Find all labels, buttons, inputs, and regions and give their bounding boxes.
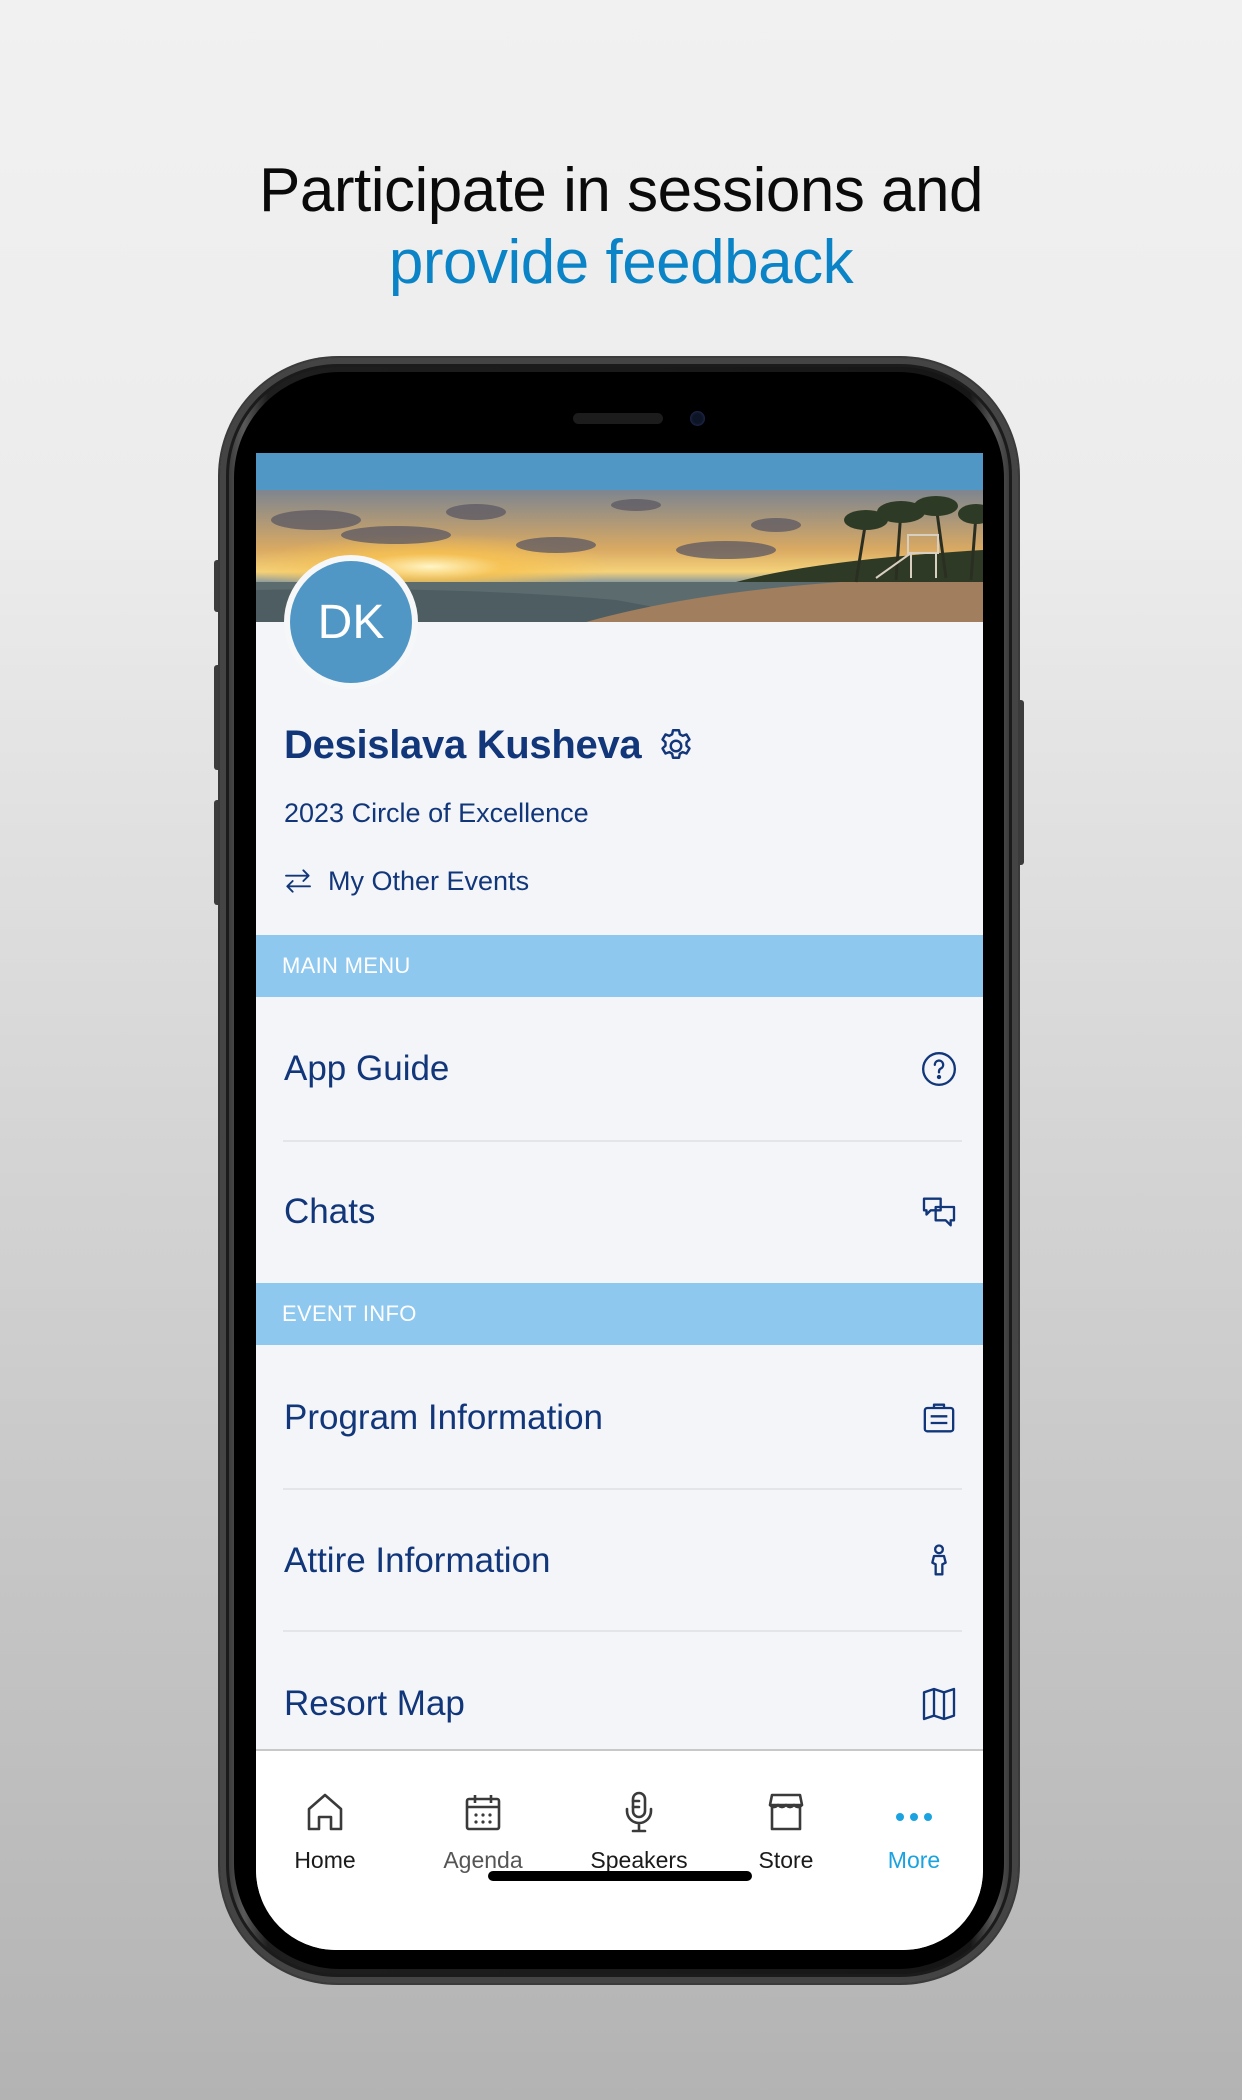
status-bar: [256, 453, 983, 490]
tab-store[interactable]: Store: [721, 1789, 851, 1874]
menu-item-label: Program Information: [284, 1397, 604, 1437]
section-header-main-menu: MAIN MENU: [256, 935, 983, 997]
menu-item-label: Resort Map: [284, 1683, 465, 1723]
menu-item-attire-information[interactable]: Attire Information: [256, 1489, 983, 1632]
person-icon: [931, 1543, 947, 1575]
headline-line-2: provide feedback: [388, 228, 854, 297]
app-screen: DK Desislava Kusheva 2023 Circle of Exce…: [256, 453, 983, 1950]
tab-agenda[interactable]: Agenda: [418, 1789, 548, 1874]
front-camera: [690, 411, 705, 426]
menu-item-label: App Guide: [284, 1048, 450, 1088]
profile-name: Desislava Kusheva: [284, 723, 642, 767]
question-circle-icon: [922, 1051, 956, 1086]
tab-label: Home: [294, 1847, 356, 1873]
avatar-initials: DK: [290, 561, 412, 683]
more-dots-icon: [896, 1813, 932, 1821]
section-header-event-info: EVENT INFO: [256, 1283, 983, 1345]
tab-label: Speakers: [590, 1847, 688, 1873]
tab-label: Agenda: [443, 1847, 523, 1873]
menu-item-app-guide[interactable]: App Guide: [256, 997, 983, 1140]
profile-name-row: Desislava Kusheva: [284, 723, 697, 768]
map-icon: [922, 1687, 956, 1720]
chat-bubbles-icon: [922, 1197, 956, 1226]
my-other-events-link[interactable]: My Other Events: [282, 865, 529, 897]
menu-item-label: Attire Information: [284, 1540, 551, 1580]
gear-icon[interactable]: [655, 725, 697, 767]
tab-home[interactable]: Home: [260, 1789, 390, 1874]
tab-more[interactable]: More: [849, 1789, 979, 1874]
swap-arrows-icon: [285, 869, 311, 893]
promo-headline: Participate in sessions and provide feed…: [0, 155, 1242, 299]
tab-label: More: [887, 1847, 941, 1873]
menu-item-label: Chats: [284, 1191, 376, 1231]
tab-label: Store: [758, 1847, 814, 1873]
calendar-icon: [465, 1795, 501, 1831]
earpiece-speaker: [573, 413, 663, 424]
home-indicator[interactable]: [488, 1871, 752, 1881]
menu-item-chats[interactable]: Chats: [256, 1140, 983, 1283]
clipboard-icon: [923, 1403, 955, 1432]
menu-item-program-information[interactable]: Program Information: [256, 1346, 983, 1489]
microphone-icon: [625, 1791, 653, 1833]
my-other-events-label: My Other Events: [328, 865, 530, 896]
avatar[interactable]: DK: [284, 555, 418, 689]
bottom-tab-bar: Home Agenda Speakers Store More: [256, 1749, 983, 1950]
tab-speakers[interactable]: Speakers: [574, 1789, 704, 1874]
store-icon: [768, 1793, 804, 1831]
event-name: 2023 Circle of Excellence: [284, 798, 589, 828]
headline-line-1: Participate in sessions and: [258, 156, 984, 225]
home-icon: [307, 1793, 343, 1831]
